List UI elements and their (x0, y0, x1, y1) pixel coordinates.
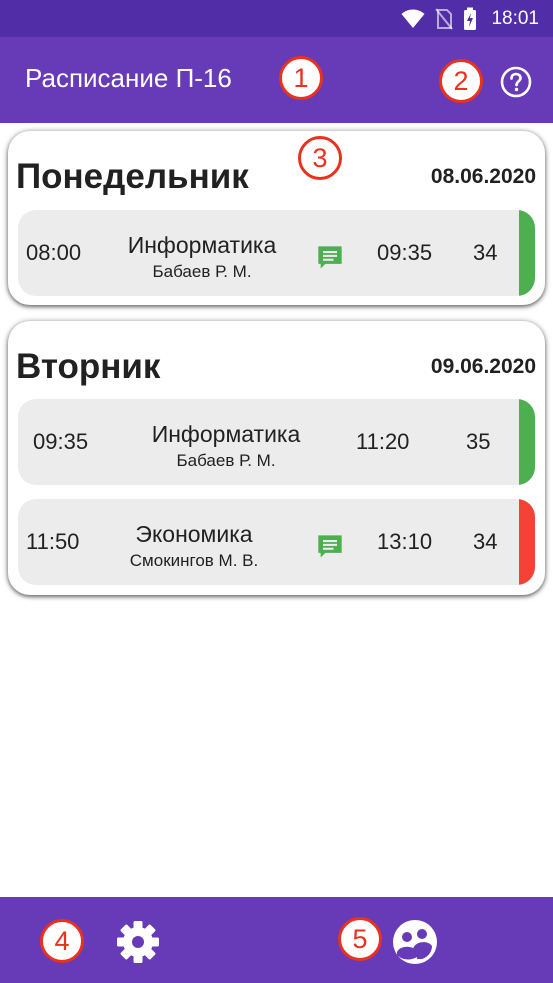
wifi-icon (401, 9, 425, 28)
battery-charging-icon (464, 7, 477, 30)
schedule-list[interactable]: Понедельник 08.06.2020 08:00 Информатика… (0, 123, 553, 897)
lesson-teacher: Бабаев Р. М. (176, 451, 276, 470)
lesson-item[interactable]: 09:35 Информатика Бабаев Р. М. 11:20 35 (18, 399, 535, 485)
annotation-marker: 2 (439, 59, 483, 103)
comment-icon[interactable] (316, 533, 344, 561)
app-title: Расписание П-16 (25, 63, 232, 93)
lesson-start-time: 09:35 (33, 429, 89, 454)
lesson-status-bar (519, 499, 535, 585)
lesson-end-time: 13:10 (377, 529, 433, 554)
group-face-icon (393, 920, 437, 964)
annotation-marker: 3 (298, 136, 342, 180)
no-sim-icon (435, 7, 454, 30)
status-icons: 18:01 (401, 0, 539, 37)
lesson-status-bar (519, 399, 535, 485)
lesson-end-time: 11:20 (356, 429, 410, 454)
lesson-start-time: 08:00 (26, 240, 82, 265)
help-button[interactable] (498, 64, 534, 100)
settings-button[interactable] (115, 919, 161, 965)
help-circle-icon (500, 66, 532, 98)
lesson-teacher: Смокингов М. В. (129, 551, 259, 570)
day-date: 09.06.2020 (430, 355, 536, 378)
lesson-room: 35 (466, 429, 491, 454)
day-card-tuesday: Вторник 09.06.2020 09:35 Информатика Баб… (8, 321, 545, 595)
lesson-teacher: Бабаев Р. М. (152, 262, 252, 281)
lesson-subject: Информатика (127, 232, 277, 258)
lesson-room: 34 (473, 529, 498, 554)
lesson-item[interactable]: 11:50 Экономика Смокингов М. В. 13:10 34 (18, 499, 535, 585)
lesson-status-bar (519, 210, 535, 296)
annotation-marker: 4 (40, 919, 84, 963)
day-name: Вторник (16, 347, 161, 386)
lesson-start-time: 11:50 (26, 529, 80, 554)
day-date: 08.06.2020 (430, 165, 536, 188)
lesson-room: 34 (473, 240, 498, 265)
day-name: Понедельник (16, 157, 249, 196)
comment-icon[interactable] (316, 244, 344, 272)
lesson-item[interactable]: 08:00 Информатика Бабаев Р. М. 09:35 34 (18, 210, 535, 296)
lesson-subject: Экономика (135, 521, 253, 547)
annotation-marker: 1 (279, 56, 323, 100)
lesson-subject: Информатика (151, 421, 301, 447)
day-card-monday: Понедельник 08.06.2020 08:00 Информатика… (8, 131, 545, 305)
annotation-marker: 5 (338, 917, 382, 961)
group-button[interactable] (392, 919, 438, 965)
status-bar: 18:01 (0, 0, 553, 37)
gear-icon (117, 921, 159, 963)
status-time: 18:01 (491, 7, 539, 29)
lesson-end-time: 09:35 (377, 240, 433, 265)
